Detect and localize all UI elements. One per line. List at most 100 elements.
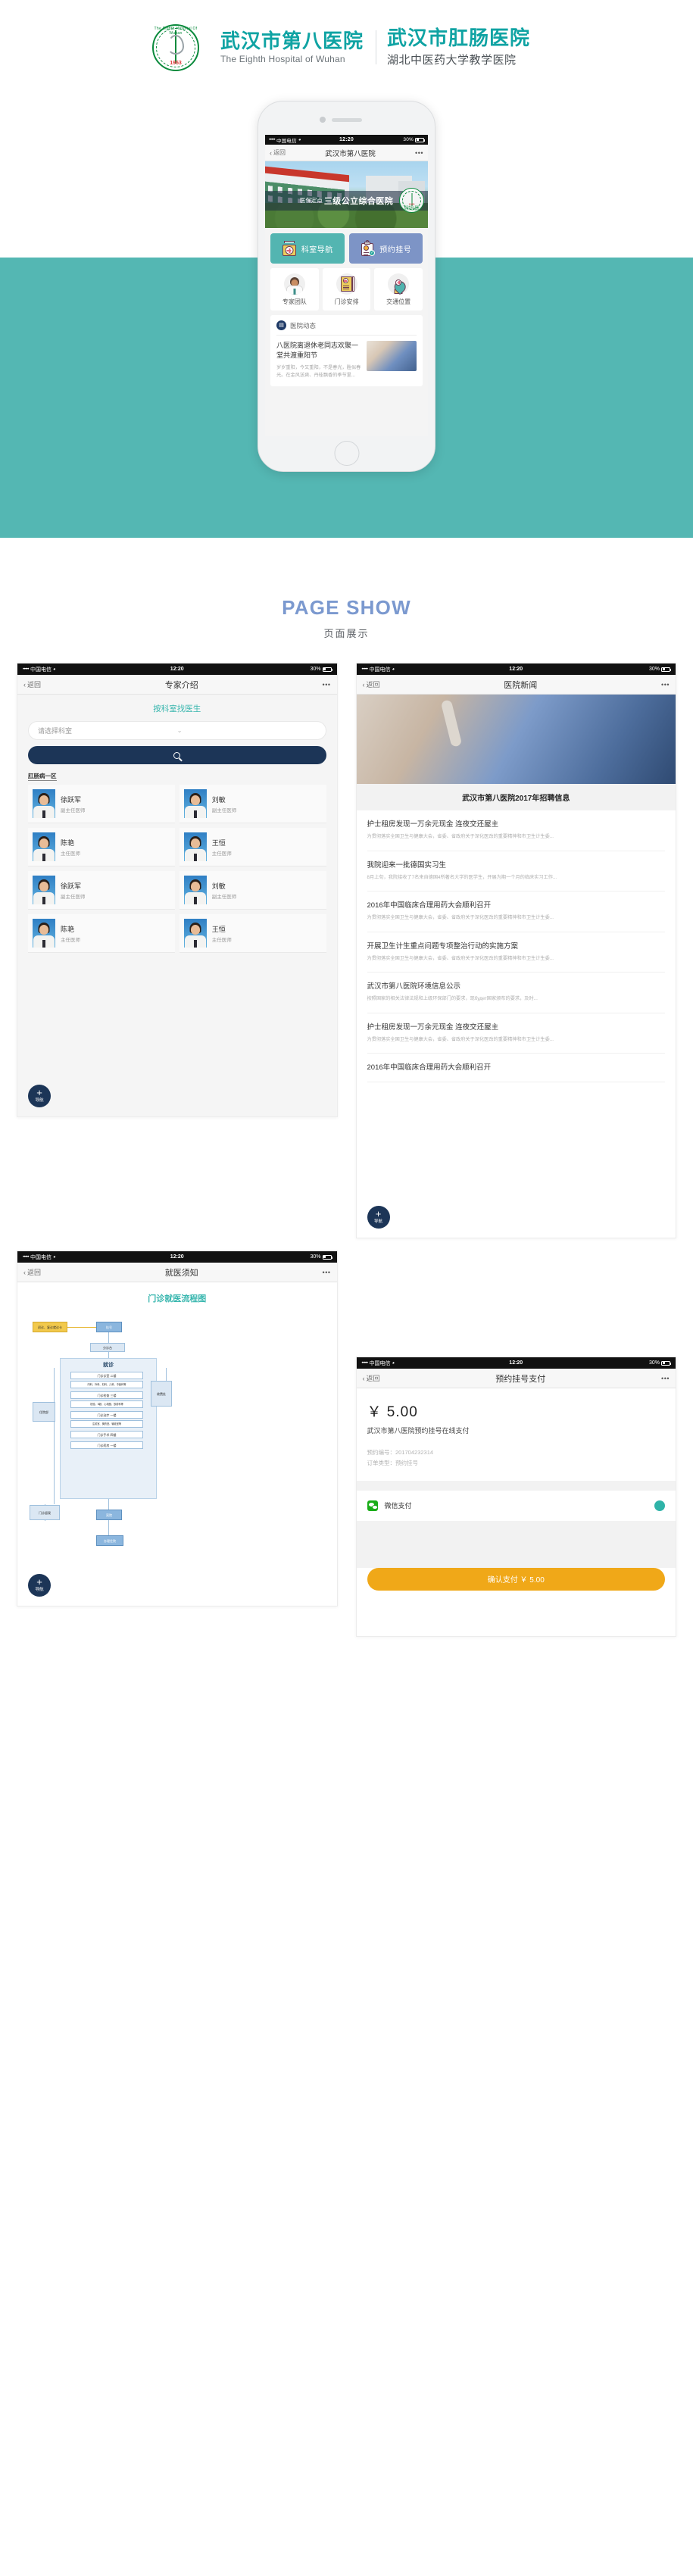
doctor-card[interactable]: 陈艳 主任医师 bbox=[28, 828, 175, 866]
flow-node: 门诊检查 三楼 bbox=[70, 1391, 143, 1399]
news-item-desc: 按照国家的相关法律法规和上级环保部门的要求，现будет国家颁布的要求，及时..… bbox=[367, 996, 538, 1002]
nav-fab-button[interactable]: + 导航 bbox=[28, 1574, 51, 1597]
status-bar: ••••• 中国电信 ◕ 12:20 30% bbox=[17, 1251, 337, 1263]
confirm-payment-button[interactable]: 确认支付 ￥ 5.00 bbox=[367, 1567, 665, 1591]
hospital-subtitle: 湖北中医药大学教学医院 bbox=[387, 54, 517, 67]
doctor-card[interactable]: 徐跃军 副主任医师 bbox=[28, 785, 175, 823]
news-item-title: 开展卫生计生重点问题专项整治行动的实施方案 bbox=[367, 941, 519, 951]
battery-percent: 30% bbox=[403, 137, 414, 142]
doctor-photo bbox=[183, 876, 207, 904]
tile-department-navigation[interactable]: 科室导航 bbox=[270, 233, 345, 264]
seal-text: 武汉市第八医院 武汉市肛肠医院 bbox=[404, 205, 420, 211]
more-icon[interactable]: ••• bbox=[323, 681, 331, 688]
nav-fab-button[interactable]: + 导航 bbox=[28, 1085, 51, 1107]
news-card-header: ▤ 医院动态 bbox=[276, 320, 417, 336]
tile-appointment-registration[interactable]: ✓ 预约挂号 bbox=[348, 233, 423, 264]
wechat-icon bbox=[367, 1500, 378, 1511]
news-item-desc: 为贯彻落实全国卫生与健康大会，省委、省政府关于深化医改的重要精神和市卫生计生委.… bbox=[367, 834, 554, 840]
banner-seal-icon: 1953 武汉市第八医院 武汉市肛肠医院 bbox=[399, 188, 424, 214]
payment-summary: ￥ 5.00 武汉市第八医院预约挂号在线支付 预约编号：201704232314… bbox=[356, 1388, 676, 1469]
order-no-value: 201704232314 bbox=[395, 1449, 434, 1456]
phone-mockup: ••••• 中国电信 ◕ 12:20 30% ‹ 返回 武汉市第八医院 ••• … bbox=[258, 101, 435, 472]
department-select[interactable]: 请选择科室 ⌄ bbox=[28, 721, 326, 740]
doctor-name: 刘敏 bbox=[211, 882, 226, 890]
carrier-label: 中国电信 bbox=[276, 138, 297, 144]
battery-icon bbox=[661, 1360, 671, 1366]
battery-percent: 30% bbox=[648, 667, 660, 672]
back-button[interactable]: ‹ 返回 bbox=[23, 1267, 41, 1277]
news-list-item[interactable]: 武汉市第八医院环境信息公示 按照国家的相关法律法规和上级环保部门的要求，现буде… bbox=[367, 973, 665, 1013]
nav-bar: ‹ 返回 医院新闻 ••• bbox=[356, 675, 676, 695]
more-icon[interactable]: ••• bbox=[323, 1269, 331, 1276]
back-button[interactable]: ‹ 返回 bbox=[363, 679, 380, 689]
status-bar: ••••• 中国电信 ◕ 12:20 30% bbox=[356, 664, 676, 675]
page-title: 武汉市第八医院 bbox=[325, 149, 376, 158]
flow-node: 内科、外科、妇科、儿科、中医科等 bbox=[70, 1381, 143, 1388]
payment-method-row[interactable]: 微信支付 bbox=[356, 1490, 676, 1521]
plus-icon: + bbox=[375, 1208, 382, 1219]
panel-guide: ••••• 中国电信 ◕ 12:20 30% ‹ 返回 就医须知 ••• 门诊就… bbox=[17, 1251, 338, 1606]
doctor-card[interactable]: 陈艳 主任医师 bbox=[28, 914, 175, 953]
doctor-card[interactable]: 王恒 主任医师 bbox=[179, 828, 326, 866]
back-label: 返回 bbox=[273, 149, 286, 156]
back-button[interactable]: ‹ 返回 bbox=[270, 148, 286, 157]
news-title: 八医院离退休老同志欢聚一堂共渡重阳节 bbox=[276, 342, 359, 360]
phone-home-button[interactable] bbox=[334, 441, 359, 466]
secondary-tiles: 专家团队 门诊安排 交通位置 bbox=[265, 264, 428, 311]
doctor-title: 副主任医师 bbox=[211, 807, 237, 813]
news-item-desc: 8月上旬，我院接收了7名来自德国4所著名大学的医学生，开展为期一个月的临床实习工… bbox=[367, 874, 557, 880]
news-list-item[interactable]: 护士租房发现一万余元现金 连夜交还屋主 为贯彻落实全国卫生与健康大会，省委、省政府… bbox=[367, 810, 665, 851]
doctor-card[interactable]: 王恒 主任医师 bbox=[179, 914, 326, 953]
hospital-news-card[interactable]: ▤ 医院动态 八医院离退休老同志欢聚一堂共渡重阳节 岁岁重阳，今又重阳，不是春光… bbox=[270, 315, 423, 386]
tile-label-0: 科室导航 bbox=[301, 245, 333, 254]
radio-selected-icon[interactable] bbox=[654, 1500, 665, 1511]
payment-description: 武汉市第八医院预约挂号在线支付 bbox=[367, 1427, 470, 1435]
mini-traffic-location[interactable]: 交通位置 bbox=[374, 268, 423, 311]
mini-label-1: 门诊安排 bbox=[334, 298, 359, 305]
doctor-grid: 徐跃军 副主任医师 刘敏 副主任医师 陈艳 主任医师 王恒 主任医师 徐跃军 副主任医师 … bbox=[17, 785, 337, 959]
news-list-item[interactable]: 护士租房发现一万余元现金 连夜交还屋主 为贯彻落实全国卫生与健康大会，省委、省政府… bbox=[367, 1013, 665, 1054]
medical-book-icon bbox=[336, 273, 357, 295]
panel-payment: ••••• 中国电信 ◕ 12:20 30% ‹ 返回 预约挂号支付 ••• ￥… bbox=[355, 1357, 676, 1637]
more-icon[interactable]: ••• bbox=[661, 681, 670, 688]
more-icon[interactable]: ••• bbox=[415, 149, 423, 157]
news-list-item[interactable]: 我院迎来一批德国实习生 8月上旬，我院接收了7名来自德国4所著名大学的医学生，开展… bbox=[367, 851, 665, 892]
hero-band: ••••• 中国电信 ◕ 12:20 30% ‹ 返回 武汉市第八医院 ••• … bbox=[0, 95, 693, 549]
doctor-name: 刘敏 bbox=[211, 795, 226, 804]
doctor-title: 主任医师 bbox=[61, 851, 80, 857]
clock: 12:20 bbox=[509, 1360, 523, 1366]
signal-dots-icon: ••••• bbox=[23, 1254, 30, 1260]
nav-fab-button[interactable]: + 导航 bbox=[367, 1206, 390, 1229]
news-hero-caption: 武汉市第八医院2017年招聘信息 bbox=[356, 784, 676, 810]
chevron-left-icon: ‹ bbox=[23, 680, 26, 688]
doctor-name: 徐跃军 bbox=[61, 795, 82, 804]
chevron-down-icon: ⌄ bbox=[176, 727, 183, 734]
flow-node: 挂号 bbox=[96, 1322, 122, 1332]
news-list-item[interactable]: 2016年中国临床合理用药大会顺利召开 bbox=[367, 1054, 665, 1083]
news-list-item[interactable]: 开展卫生计生重点问题专项整治行动的实施方案 为贯彻落实全国卫生与健康大会，省委、省… bbox=[367, 932, 665, 973]
back-button[interactable]: ‹ 返回 bbox=[23, 679, 41, 689]
doctor-card[interactable]: 徐跃军 副主任医师 bbox=[28, 871, 175, 910]
wifi-icon: ◕ bbox=[392, 667, 395, 672]
more-icon[interactable]: ••• bbox=[661, 1375, 670, 1382]
payment-amount: ￥ 5.00 bbox=[367, 1404, 418, 1420]
chevron-left-icon: ‹ bbox=[362, 680, 365, 688]
clipboard-check-icon: ✓ bbox=[360, 240, 376, 256]
doctor-name: 王恒 bbox=[211, 925, 226, 933]
doctor-card[interactable]: 刘敏 副主任医师 bbox=[179, 871, 326, 910]
news-item-desc: 为贯彻落实全国卫生与健康大会，省委、省政府关于深化医改的重要精神和市卫生计生委.… bbox=[367, 915, 554, 921]
experts-body: 按科室找医生 请选择科室 ⌄ 肛肠病一区 徐跃军 副主任医师 刘敏 副主任医师 陈艳… bbox=[17, 695, 337, 1116]
mini-clinic-schedule[interactable]: 门诊安排 bbox=[322, 268, 371, 311]
doctor-name: 王恒 bbox=[211, 838, 226, 847]
order-type-label: 订单类型： bbox=[367, 1459, 396, 1466]
doctor-title: 主任医师 bbox=[211, 851, 232, 857]
doctor-title: 主任医师 bbox=[61, 937, 80, 943]
chevron-left-icon: ‹ bbox=[23, 1268, 26, 1276]
news-list-item[interactable]: 2016年中国临床合理用药大会顺利召开 为贯彻落实全国卫生与健康大会，省委、省政府… bbox=[367, 891, 665, 932]
fab-label: 导航 bbox=[35, 1588, 44, 1592]
back-button[interactable]: ‹ 返回 bbox=[363, 1373, 380, 1383]
page-title: 就医须知 bbox=[164, 1268, 198, 1278]
search-button[interactable] bbox=[28, 746, 326, 764]
doctor-card[interactable]: 刘敏 副主任医师 bbox=[179, 785, 326, 823]
mini-expert-team[interactable]: 专家团队 bbox=[270, 268, 319, 311]
